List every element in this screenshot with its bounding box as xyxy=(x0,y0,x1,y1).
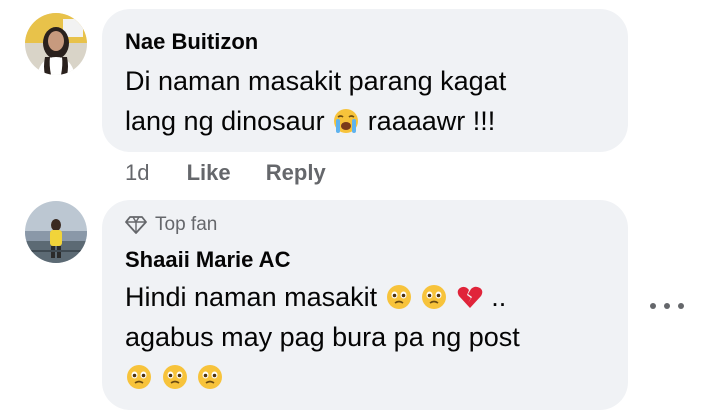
comment-line: lang ng dinosaur raaaawr !!! xyxy=(125,101,628,141)
comment-text-segment: .. xyxy=(491,282,507,312)
reply-button[interactable]: Reply xyxy=(266,160,326,185)
face-holding-back-tears-emoji-icon xyxy=(127,365,151,389)
comment-line: Di naman masakit parang kagat xyxy=(125,66,507,96)
comment-text: Di naman masakit parang kagat lang ng di… xyxy=(125,61,628,141)
diamond-icon xyxy=(125,216,147,234)
comment-line: agabus may pag bura pa ng post xyxy=(125,322,520,352)
comment-author[interactable]: Shaaii Marie AC xyxy=(125,247,628,273)
top-fan-badge[interactable]: Top fan xyxy=(125,213,628,237)
comments-section: Nae Buitizon Di naman masakit parang kag… xyxy=(0,0,711,415)
comment-author[interactable]: Nae Buitizon xyxy=(125,29,628,55)
broken-heart-emoji-icon xyxy=(457,286,482,308)
more-horizontal-icon[interactable] xyxy=(650,296,684,316)
comment-text: Hindi naman masakit .. agabus may pag bu… xyxy=(125,277,628,397)
badge-label: Top fan xyxy=(155,214,218,235)
face-holding-back-tears-emoji-icon xyxy=(386,285,411,309)
comment-bubble: Nae Buitizon Di naman masakit parang kag… xyxy=(102,9,628,152)
comment-timestamp[interactable]: 1d xyxy=(125,160,149,185)
comment-line: Hindi naman masakit .. xyxy=(125,277,628,317)
comment-text-segment: Hindi naman masakit xyxy=(125,282,378,312)
more-dot xyxy=(664,303,670,309)
face-holding-back-tears-emoji-icon xyxy=(422,285,447,309)
face-holding-back-tears-emoji-icon xyxy=(198,365,223,389)
comment-text-segment: lang ng dinosaur xyxy=(125,106,325,136)
comment-bubble: Top fan Shaaii Marie AC Hindi naman masa… xyxy=(102,200,628,410)
avatar[interactable] xyxy=(25,201,87,263)
comment-line xyxy=(125,357,628,397)
more-dot xyxy=(678,303,684,309)
face-holding-back-tears-emoji-icon xyxy=(162,365,187,389)
comment-actions: 1d Like Reply xyxy=(125,160,326,186)
more-dot xyxy=(650,303,656,309)
avatar[interactable] xyxy=(25,13,87,75)
loudly-crying-face-emoji-icon xyxy=(334,109,359,133)
like-button[interactable]: Like xyxy=(187,160,231,185)
comment-text-segment: raaaawr !!! xyxy=(367,106,496,136)
